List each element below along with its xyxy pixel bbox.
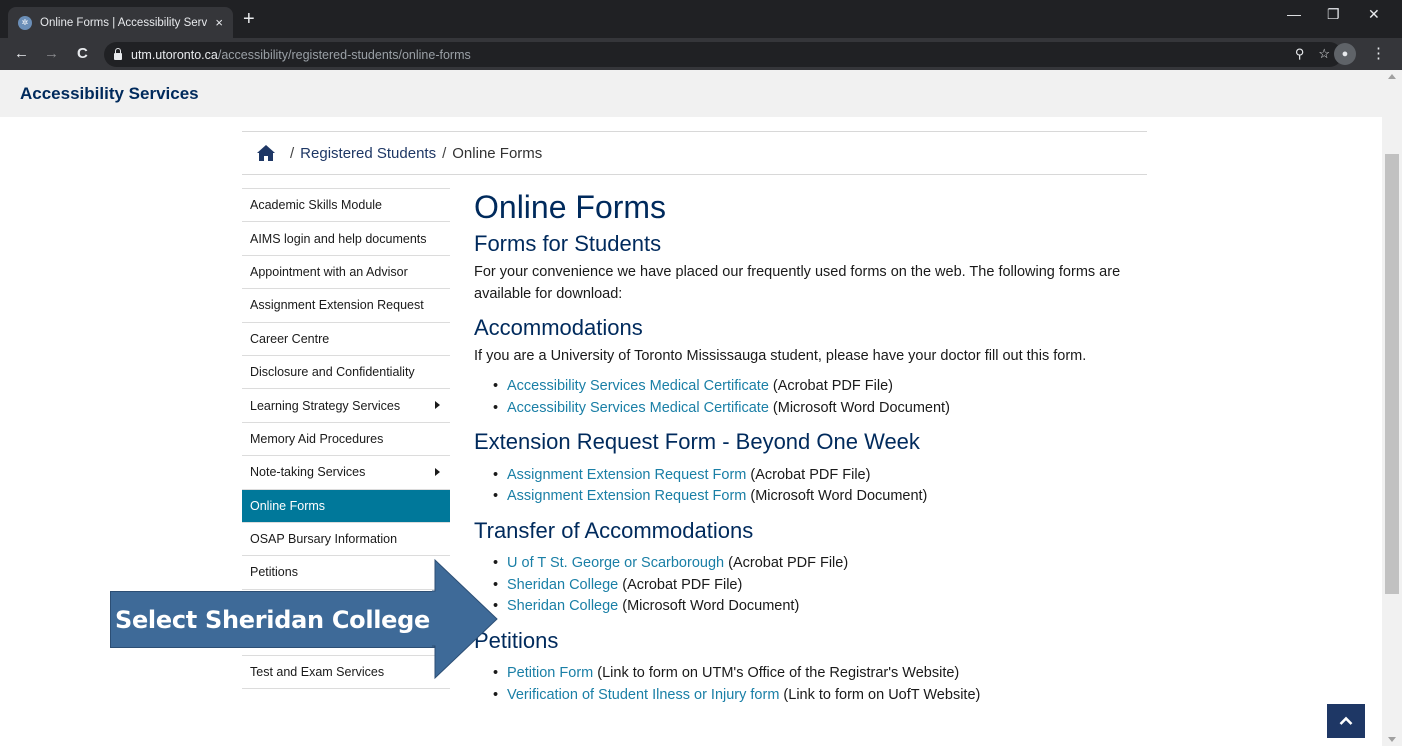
file-type-note: (Acrobat PDF File) — [618, 576, 743, 593]
file-type-note: (Acrobat PDF File) — [768, 378, 893, 395]
sidebar-item-petitions[interactable]: Petitions — [242, 555, 450, 588]
petitions-links: Petition Form (Link to form on UTM's Off… — [474, 663, 1154, 706]
profile-avatar-icon[interactable]: ● — [1334, 43, 1356, 65]
verification-illness-link[interactable]: Verification of Student Ilness or Injury… — [507, 687, 779, 703]
url-host: utm.utoronto.ca — [131, 47, 218, 62]
accommodations-links: Accessibility Services Medical Certifica… — [474, 376, 1154, 419]
extension-heading: Extension Request Form - Beyond One Week — [474, 429, 920, 455]
caret-right-icon — [435, 468, 440, 477]
back-button[interactable]: ← — [14, 45, 29, 63]
caret-right-icon — [435, 401, 440, 410]
intro-text: For your convenience we have placed our … — [474, 263, 1121, 302]
file-type-note: (Microsoft Word Document) — [618, 598, 800, 615]
sidebar-item-assignment-extension[interactable]: Assignment Extension Request — [242, 288, 450, 321]
list-item: Assignment Extension Request Form (Acrob… — [493, 465, 1154, 487]
sidebar-item-appointment[interactable]: Appointment with an Advisor — [242, 254, 450, 288]
browser-tab[interactable]: ✲ Online Forms | Accessibility Servi × — [8, 7, 233, 38]
sidebar-item-test-exam[interactable]: Test and Exam Services — [242, 655, 450, 689]
petitions-heading: Petitions — [474, 627, 559, 653]
list-item: Accessibility Services Medical Certifica… — [493, 376, 1154, 398]
page-title: Online Forms — [474, 189, 667, 225]
sidebar-item-osap-bursary[interactable]: OSAP Bursary Information — [242, 521, 450, 555]
transfer-heading: Transfer of Accommodations — [474, 517, 754, 543]
zoom-icon[interactable]: ⚲ — [1295, 46, 1305, 62]
sidebar-item-learning-strategy[interactable]: Learning Strategy Services — [242, 388, 450, 421]
list-item: Accessibility Services Medical Certifica… — [493, 398, 1154, 420]
st-george-scarborough-link[interactable]: U of T St. George or Scarborough — [507, 555, 724, 571]
accommodations-text: If you are a University of Toronto Missi… — [474, 347, 1087, 364]
bookmark-star-icon[interactable]: ☆ — [1318, 46, 1330, 62]
reload-button[interactable]: C — [77, 45, 88, 63]
scrollbar-thumb[interactable] — [1385, 154, 1399, 594]
list-item: Assignment Extension Request Form (Micro… — [493, 486, 1154, 508]
list-item: Sheridan College (Acrobat PDF File) — [493, 575, 1154, 597]
list-item: Sheridan College (Microsoft Word Documen… — [493, 596, 1154, 618]
vertical-scrollbar[interactable] — [1382, 70, 1402, 746]
breadcrumb-separator: / — [442, 144, 447, 162]
site-favicon-icon: ✲ — [18, 15, 32, 30]
breadcrumb-separator: / — [290, 144, 295, 162]
browser-menu-icon[interactable]: ⋮ — [1371, 44, 1386, 62]
sidebar-item-label: Test and Exam Services — [250, 665, 385, 680]
sidebar-item-label: Learning Strategy Services — [250, 398, 401, 413]
extension-form-pdf-link[interactable]: Assignment Extension Request Form — [507, 467, 746, 483]
main-content: Online Forms Forms for Students For your… — [474, 188, 1154, 706]
sidebar-item-label: Note-taking Services — [250, 465, 366, 480]
breadcrumb-registered-students[interactable]: Registered Students — [300, 145, 436, 162]
sidebar-item-disclosure[interactable]: Disclosure and Confidentiality — [242, 354, 450, 388]
url-path: /accessibility/registered-students/onlin… — [217, 47, 471, 62]
tab-close-icon[interactable]: × — [215, 15, 223, 30]
sheridan-college-pdf-link[interactable]: Sheridan College — [507, 577, 618, 593]
file-type-note: (Acrobat PDF File) — [724, 555, 849, 572]
browser-toolbar: ← → C utm.utoronto.ca /accessibility/reg… — [0, 38, 1402, 70]
site-header: Accessibility Services — [0, 70, 1382, 117]
address-bar[interactable]: utm.utoronto.ca /accessibility/registere… — [104, 42, 1342, 67]
link-note: (Link to form on UofT Website) — [779, 686, 981, 703]
accommodations-heading: Accommodations — [474, 315, 643, 341]
callout-arrow-icon — [432, 558, 498, 680]
back-to-top-button[interactable] — [1327, 704, 1365, 738]
link-note: (Link to form on UTM's Office of the Reg… — [593, 665, 960, 682]
chevron-up-icon — [1339, 716, 1353, 725]
lock-icon — [114, 47, 122, 60]
instruction-callout: Select Sheridan College — [110, 591, 435, 648]
list-item: Petition Form (Link to form on UTM's Off… — [493, 663, 1154, 685]
page-viewport: Accessibility Services / Registered Stud… — [0, 70, 1402, 746]
callout-text: Select Sheridan College — [114, 605, 431, 634]
list-item: Verification of Student Ilness or Injury… — [493, 685, 1154, 707]
forms-for-students-heading: Forms for Students — [474, 231, 662, 257]
breadcrumb-current-page: Online Forms — [452, 144, 543, 162]
new-tab-button[interactable]: + — [243, 9, 255, 29]
file-type-note: (Acrobat PDF File) — [746, 466, 871, 483]
breadcrumb: / Registered Students / Online Forms — [242, 131, 1147, 175]
medical-certificate-word-link[interactable]: Accessibility Services Medical Certifica… — [507, 400, 769, 416]
tab-title: Online Forms | Accessibility Servi — [40, 16, 208, 29]
sheridan-college-word-link[interactable]: Sheridan College — [507, 598, 618, 614]
close-window-button[interactable]: ✕ — [1368, 6, 1380, 23]
site-name[interactable]: Accessibility Services — [20, 84, 199, 104]
home-icon[interactable] — [256, 144, 276, 162]
forward-button[interactable]: → — [44, 45, 59, 63]
file-type-note: (Microsoft Word Document) — [768, 399, 950, 416]
sidebar-item-aims-login[interactable]: AIMS login and help documents — [242, 221, 450, 254]
restore-window-button[interactable]: ❐ — [1327, 6, 1340, 23]
minimize-window-button[interactable]: — — [1287, 6, 1301, 22]
sidebar-item-academic-skills[interactable]: Academic Skills Module — [242, 188, 450, 221]
medical-certificate-pdf-link[interactable]: Accessibility Services Medical Certifica… — [507, 378, 769, 394]
extension-form-word-link[interactable]: Assignment Extension Request Form — [507, 488, 746, 504]
list-item: U of T St. George or Scarborough (Acroba… — [493, 553, 1154, 575]
sidebar-item-memory-aid[interactable]: Memory Aid Procedures — [242, 421, 450, 455]
petition-form-link[interactable]: Petition Form — [507, 665, 593, 681]
browser-tab-bar: ✲ Online Forms | Accessibility Servi × +… — [0, 0, 1402, 38]
sidebar-item-online-forms[interactable]: Online Forms — [242, 488, 450, 522]
sidebar-item-career-centre[interactable]: Career Centre — [242, 321, 450, 355]
scroll-up-arrow-icon[interactable] — [1388, 74, 1396, 79]
transfer-links: U of T St. George or Scarborough (Acroba… — [474, 553, 1154, 618]
scroll-down-arrow-icon[interactable] — [1388, 737, 1396, 742]
extension-links: Assignment Extension Request Form (Acrob… — [474, 465, 1154, 508]
sidebar-item-note-taking[interactable]: Note-taking Services — [242, 455, 450, 488]
file-type-note: (Microsoft Word Document) — [746, 488, 928, 505]
